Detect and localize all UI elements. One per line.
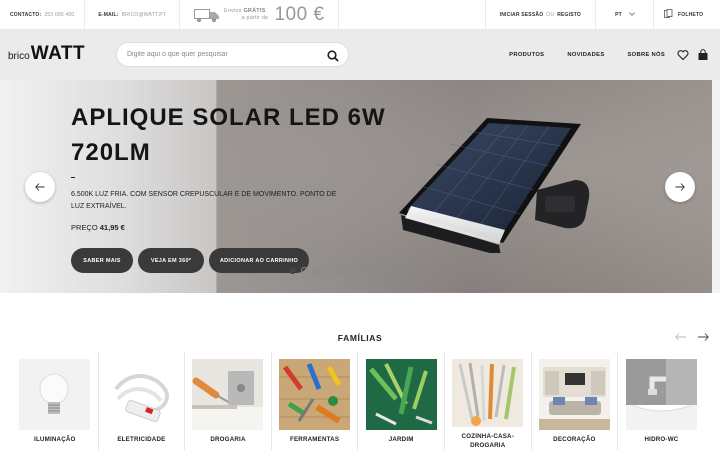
kitchen-utensils-icon [452, 359, 524, 427]
hero-slider: APLIQUE SOLAR LED 6W 720LM 6.500K LUZ FR… [0, 80, 712, 293]
language-value: PT [615, 11, 622, 18]
garden-tools-icon [365, 359, 437, 430]
family-ferramentas[interactable]: FERRAMENTAS [272, 352, 359, 450]
slider-dots [289, 267, 428, 274]
truck-icon [194, 8, 219, 22]
slider-dot[interactable] [409, 267, 416, 274]
shipping-banner: Envios GRÁTIS a partir de 100 € [180, 0, 340, 30]
flyer-icon [664, 9, 673, 20]
view-360-button[interactable]: VEJA EM 360º [138, 248, 204, 273]
family-hidro-wc[interactable]: HIDRO-WC [618, 352, 705, 450]
family-iluminacao[interactable]: ILUMINAÇÃO [12, 352, 99, 450]
title-divider [71, 177, 75, 178]
solar-lamp-image [399, 118, 590, 253]
family-decoracao[interactable]: DECORAÇÃO [532, 352, 619, 450]
slider-dot[interactable] [397, 267, 404, 274]
family-label: DECORAÇÃO [553, 436, 596, 443]
saber-mais-button[interactable]: SABER MAIS [71, 248, 133, 273]
login-link[interactable]: INICIAR SESSÃO [500, 12, 544, 18]
families-title: FAMÍLIAS [337, 333, 383, 343]
nav-novidades[interactable]: NOVIDADES [567, 52, 604, 58]
login-register: INICIAR SESSÃO OU REGISTO [484, 0, 595, 30]
slider-dot[interactable] [301, 267, 308, 274]
logo-brico: brico [8, 51, 30, 62]
email-label: E-MAIL: [98, 11, 119, 18]
heart-icon[interactable] [677, 48, 689, 61]
email-info: E-MAIL: BRICO@WATT.PT [85, 0, 180, 30]
family-label: ELETRICIDADE [117, 436, 166, 443]
slider-dot[interactable] [373, 267, 380, 274]
language-selector[interactable]: PT [595, 0, 653, 30]
nav-produtos[interactable]: PRODUTOS [509, 52, 544, 58]
family-label: DROGARIA [210, 436, 246, 443]
price-label: PREÇO [71, 223, 98, 232]
families-prev-icon[interactable] [675, 333, 687, 344]
hero-price: PREÇO 41,95 € [71, 223, 125, 232]
register-link[interactable]: REGISTO [557, 12, 581, 18]
slider-dot[interactable] [349, 267, 356, 274]
family-label: FERRAMENTAS [289, 436, 340, 443]
shipping-from: a partir de [241, 14, 269, 21]
prev-slide-button[interactable] [25, 172, 55, 202]
price-value: 41,95 € [99, 223, 125, 232]
bathroom-faucet-icon [625, 359, 697, 430]
slider-dot[interactable] [289, 267, 296, 274]
slider-dot[interactable] [325, 267, 332, 274]
contact-label: CONTACTO: [10, 11, 42, 18]
flyer-label: FOLHETO [678, 11, 704, 18]
tools-icon [279, 359, 351, 430]
living-room-icon [538, 359, 610, 430]
logo[interactable]: brico WATT [8, 44, 85, 63]
arrow-right-icon [675, 178, 685, 196]
next-slide-button[interactable] [665, 172, 695, 202]
family-eletricidade[interactable]: ELETRICIDADE [99, 352, 186, 450]
shipping-amount: 100 € [274, 3, 325, 25]
family-label: JARDIM [388, 436, 414, 443]
extension-cord-icon [105, 359, 177, 430]
nav-sobre-nos[interactable]: SOBRE NÓS [628, 52, 666, 58]
families-list: ILUMINAÇÃO ELETRICIDADE DROGARIA FERRAME… [12, 352, 712, 450]
slider-dot[interactable] [421, 267, 428, 274]
shipping-text: Envios GRÁTIS a partir de [224, 8, 268, 22]
slider-dot[interactable] [337, 267, 344, 274]
family-label: ILUMINAÇÃO [34, 436, 76, 443]
or-text: OU [546, 11, 555, 18]
logo-watt: WATT [30, 43, 86, 64]
slider-dot[interactable] [361, 267, 368, 274]
arrow-left-icon [35, 178, 45, 196]
email-address[interactable]: BRICO@WATT.PT [122, 12, 166, 18]
family-label: HIDRO-WC [644, 436, 679, 443]
top-bar: CONTACTO: 253 095 400 E-MAIL: BRICO@WATT… [0, 0, 720, 30]
scrollbar-track[interactable] [712, 80, 720, 293]
family-drogaria[interactable]: DROGARIA [185, 352, 272, 450]
light-bulb-icon [19, 359, 91, 430]
search-input[interactable] [127, 51, 317, 58]
families-next-icon[interactable] [697, 333, 709, 344]
family-jardim[interactable]: JARDIM [358, 352, 445, 450]
contact-phone[interactable]: 253 095 400 [44, 12, 74, 18]
hero-description: 6.500K LUZ FRIA. COM SENSOR CREPUSCULAR … [71, 191, 337, 210]
family-cozinha-casa-drogaria[interactable]: COZINHA-CASA-DROGARIA [445, 352, 532, 450]
shipping-pre: Envios [224, 7, 242, 14]
slider-dot[interactable] [385, 267, 392, 274]
shipping-free: GRÁTIS [243, 7, 266, 14]
search-icon[interactable] [327, 49, 339, 62]
family-label: COZINHA-CASA-DROGARIA [461, 433, 514, 449]
hero-title: APLIQUE SOLAR LED 6W 720LM [71, 104, 386, 166]
screwdriver-hardware-icon [192, 359, 264, 430]
chevron-down-icon [629, 10, 635, 16]
main-header: brico WATT PRODUTOS NOVIDADES SOBRE NÓS [0, 30, 720, 80]
main-nav: PRODUTOS NOVIDADES SOBRE NÓS [509, 30, 665, 80]
slider-dot[interactable] [313, 267, 320, 274]
account-area: INICIAR SESSÃO OU REGISTO PT FOLHETO [484, 0, 720, 30]
search-box [116, 42, 349, 67]
flyer-link[interactable]: FOLHETO [653, 0, 720, 30]
cart-icon[interactable] [697, 48, 709, 60]
contact-info: CONTACTO: 253 095 400 [0, 0, 86, 30]
